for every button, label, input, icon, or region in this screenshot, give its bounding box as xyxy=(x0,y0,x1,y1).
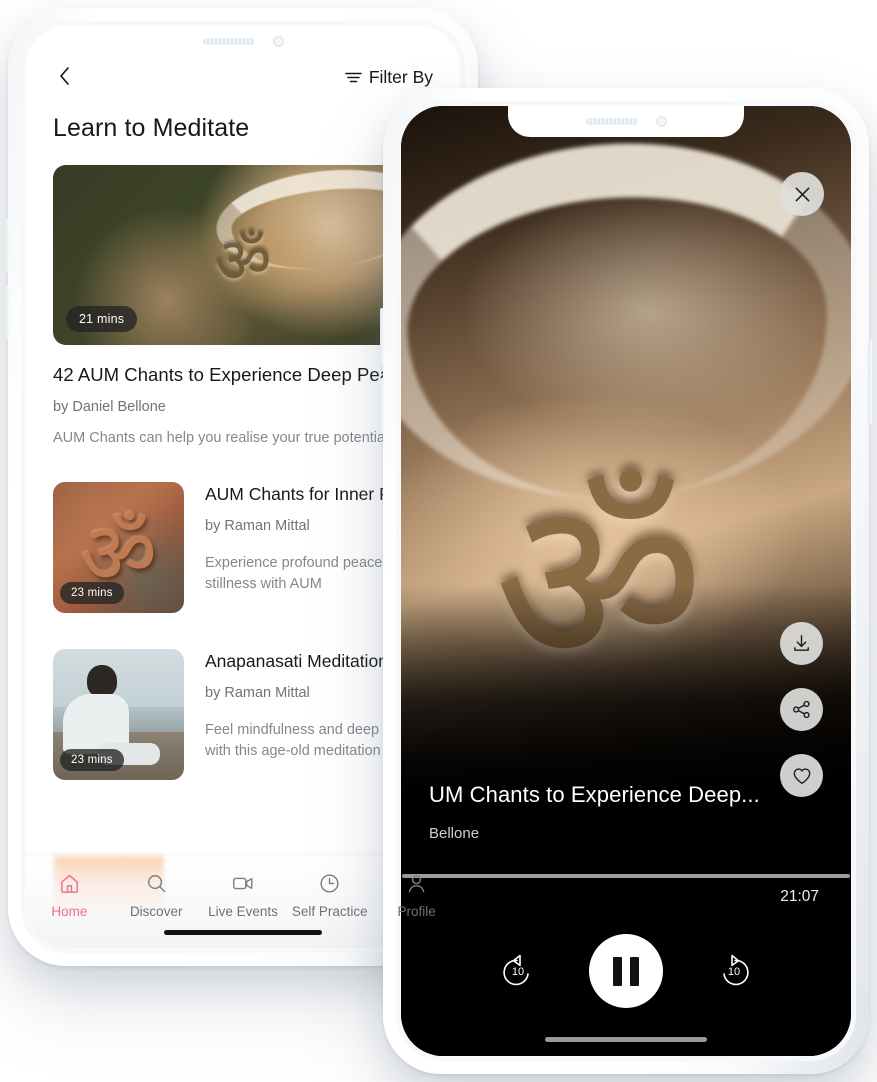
power-button-right[interactable] xyxy=(868,340,872,424)
search-icon xyxy=(147,875,165,893)
tab-live-events-label: Live Events xyxy=(208,904,278,919)
tab-discover[interactable]: Discover xyxy=(113,872,200,919)
front-camera-icon xyxy=(655,116,667,127)
featured-author: by Daniel Bellone xyxy=(53,399,166,415)
rewind-10-button[interactable]: 10 xyxy=(495,948,541,994)
filter-by-button[interactable]: Filter By xyxy=(345,67,433,88)
rewind-10-label: 10 xyxy=(511,965,525,978)
elapsed-time: 21:07 xyxy=(780,888,819,905)
volume-button-left-2[interactable] xyxy=(5,286,9,340)
person-head-decor xyxy=(87,664,118,697)
tab-home-label: Home xyxy=(51,904,88,919)
filter-icon xyxy=(345,72,362,83)
speaker-grille-icon xyxy=(202,37,255,45)
tab-home[interactable]: Home xyxy=(26,872,113,919)
tab-self-practice[interactable]: Self Practice xyxy=(286,872,373,919)
list-item-thumbnail: 23 mins xyxy=(53,649,184,780)
home-indicator xyxy=(545,1037,707,1042)
speaker-grille-icon xyxy=(585,118,638,125)
notch-left xyxy=(129,26,357,56)
download-button[interactable] xyxy=(780,622,823,665)
player-artwork: ॐ xyxy=(401,106,851,794)
list-item-duration-badge: 23 mins xyxy=(60,749,124,771)
notch-right xyxy=(508,106,744,137)
home-icon xyxy=(61,874,78,893)
close-button[interactable] xyxy=(780,172,824,216)
heart-icon xyxy=(793,767,810,784)
featured-thumbnail: ॐ 21 mins xyxy=(53,165,433,345)
featured-duration-badge: 21 mins xyxy=(66,306,138,332)
like-button[interactable] xyxy=(780,754,823,797)
chevron-left-icon xyxy=(60,67,69,85)
featured-title: 42 AUM Chants to Experience Deep Peace xyxy=(53,364,410,385)
tab-self-practice-label: Self Practice xyxy=(291,904,368,919)
share-icon xyxy=(793,700,810,719)
phone-bezel-right: ॐ UM Chants to Experience Deep... Bellon… xyxy=(396,101,856,1061)
now-playing-author: Bellone xyxy=(429,825,480,842)
video-camera-icon xyxy=(233,877,253,890)
list-item[interactable]: 23 mins Anapanasati Meditation by Raman … xyxy=(53,649,433,780)
audio-player-screen: ॐ UM Chants to Experience Deep... Bellon… xyxy=(401,106,851,1056)
volume-button-left[interactable] xyxy=(5,218,9,272)
filter-by-label: Filter By xyxy=(368,67,433,87)
screen-right: ॐ UM Chants to Experience Deep... Bellon… xyxy=(401,106,851,1056)
pause-icon-bar2 xyxy=(630,956,639,986)
now-playing-title: UM Chants to Experience Deep... xyxy=(429,782,760,807)
playback-controls: 10 10 xyxy=(401,934,851,1008)
featured-description: AUM Chants can help you realise your tru… xyxy=(53,430,389,446)
back-button[interactable] xyxy=(53,64,77,88)
now-playing-meta: UM Chants to Experience Deep... Bellone xyxy=(401,782,851,842)
play-pause-button[interactable] xyxy=(589,934,663,1008)
clock-icon xyxy=(320,874,339,893)
list-item-duration-badge: 23 mins xyxy=(60,582,124,604)
seek-bar[interactable] xyxy=(401,874,851,878)
tab-profile[interactable]: Profile xyxy=(373,872,460,919)
pause-icon xyxy=(613,956,622,986)
tab-discover-label: Discover xyxy=(129,904,183,919)
featured-card[interactable]: ॐ 21 mins 42 AUM Chants to Experience De… xyxy=(53,165,433,446)
close-icon xyxy=(795,187,809,201)
home-indicator xyxy=(164,930,322,935)
volume-button-right[interactable] xyxy=(380,308,384,364)
seek-track xyxy=(402,874,850,878)
forward-10-button[interactable]: 10 xyxy=(711,948,757,994)
list-item-thumbnail: ॐ 23 mins xyxy=(53,482,184,613)
forward-10-label: 10 xyxy=(727,965,741,978)
front-camera-icon xyxy=(272,35,284,47)
list-item[interactable]: ॐ 23 mins AUM Chants for Inner Peace by … xyxy=(53,482,433,613)
volume-button-right-2[interactable] xyxy=(380,378,384,434)
tab-live-events[interactable]: Live Events xyxy=(200,872,287,919)
phone-device-right: ॐ UM Chants to Experience Deep... Bellon… xyxy=(380,88,872,1074)
share-button[interactable] xyxy=(780,688,823,731)
person-icon xyxy=(408,875,425,893)
tab-profile-label: Profile xyxy=(397,904,436,919)
download-icon xyxy=(794,635,809,651)
om-symbol-decor: ॐ xyxy=(214,226,272,296)
